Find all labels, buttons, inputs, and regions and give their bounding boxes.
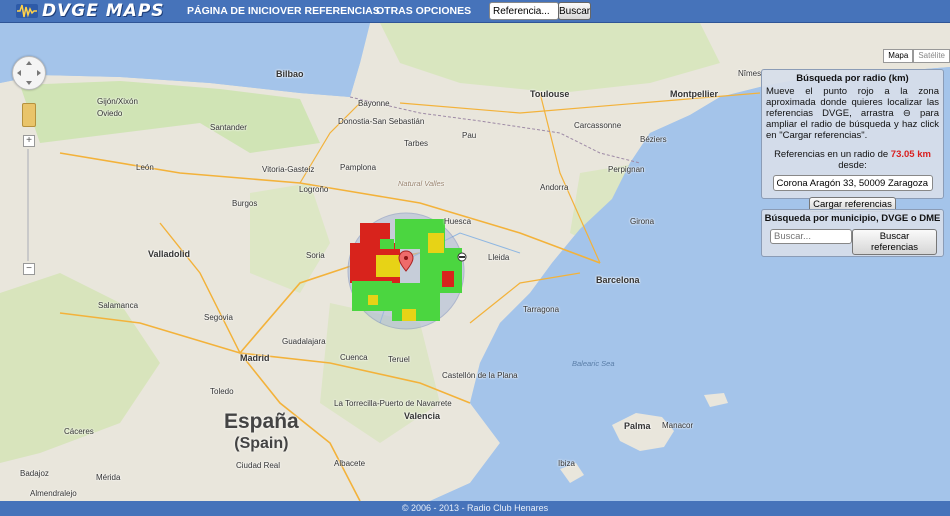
footer: © 2006 - 2013 - Radio Club Henares xyxy=(0,501,950,516)
map-label: Balearic Sea xyxy=(572,359,615,368)
map-label: Toledo xyxy=(210,387,234,396)
top-bar: DVGE MAPS PÁGINA DE INICIO VER REFERENCI… xyxy=(0,0,950,23)
nav-otras-opciones[interactable]: OTRAS OPCIONES xyxy=(376,0,471,22)
map-label: Carcassonne xyxy=(574,121,622,130)
nav-home-label[interactable]: PÁGINA DE INICIO xyxy=(187,5,280,17)
reference-search-button[interactable]: Buscar xyxy=(558,2,591,20)
map-label: Castellón de la Plana xyxy=(442,371,518,380)
map-label: Albacete xyxy=(334,459,366,468)
map-label: Natural Valles xyxy=(398,179,445,188)
map-label: Lleida xyxy=(488,253,510,262)
map-type-control: Mapa Satélite xyxy=(883,49,950,63)
map-label: Ciudad Real xyxy=(236,461,281,470)
radius-panel-title: Búsqueda por radio (km) xyxy=(796,73,909,84)
map-label: Nîmes xyxy=(738,69,762,78)
map-label: Girona xyxy=(630,217,655,226)
map-label: Andorra xyxy=(540,183,569,192)
map-label: Tarragona xyxy=(523,305,560,314)
map-label: Toulouse xyxy=(530,89,570,99)
map-view[interactable]: Mapa Satélite + − Bilbao Bayonne Donosti… xyxy=(0,23,950,501)
map-label: Bilbao xyxy=(276,69,304,79)
logo[interactable]: DVGE MAPS xyxy=(16,0,165,22)
map-label: Bayonne xyxy=(358,99,390,108)
radius-search-panel: Búsqueda por radio (km) Mueve el punto r… xyxy=(761,69,944,212)
map-label: Burgos xyxy=(232,199,258,208)
nav-home[interactable]: PÁGINA DE INICIO xyxy=(187,0,280,22)
map-label: Barcelona xyxy=(596,275,640,285)
map-label: Badajoz xyxy=(20,469,49,478)
map-label: Salamanca xyxy=(98,301,139,310)
nav-ver-referencias[interactable]: VER REFERENCIAS xyxy=(280,0,380,22)
municipality-search-panel: Búsqueda por municipio, DVGE o DME Busca… xyxy=(761,209,944,257)
pan-arrows-icon xyxy=(17,61,41,85)
map-label: La Torrecilla-Puerto de Navarrete xyxy=(334,399,452,408)
map-label: Manacor xyxy=(662,421,694,430)
country-label: España (Spain) xyxy=(224,411,299,455)
logo-text: DVGE MAPS xyxy=(42,1,165,21)
municipality-search-input[interactable] xyxy=(770,229,852,244)
zoom-out-button[interactable]: − xyxy=(23,263,35,275)
radius-line: Referencias en un radio de 73.05 km desd… xyxy=(762,149,943,171)
map-label: Teruel xyxy=(388,355,410,364)
map-label: Tarbes xyxy=(404,139,429,148)
map-label: Oviedo xyxy=(97,109,123,118)
map-label: Guadalajara xyxy=(282,337,326,346)
map-label: Béziers xyxy=(640,135,667,144)
radius-panel-description: Mueve el punto rojo a la zona aproximada… xyxy=(766,86,939,141)
radius-suffix: desde: xyxy=(838,160,867,171)
map-type-mapa[interactable]: Mapa xyxy=(883,49,914,63)
map-label: Valladolid xyxy=(148,249,191,259)
map-label: Pau xyxy=(462,131,477,140)
footer-text: © 2006 - 2013 - Radio Club Henares xyxy=(401,503,549,513)
map-label: Almendralejo xyxy=(30,489,77,498)
map-label: Soria xyxy=(306,251,325,260)
map-label: Pamplona xyxy=(340,163,377,172)
map-label: Perpignan xyxy=(608,165,645,174)
nav-ver-referencias-label[interactable]: VER REFERENCIAS xyxy=(280,5,380,17)
map-label: Montpellier xyxy=(670,89,719,99)
country-name-english: (Spain) xyxy=(234,435,289,452)
map-type-satelite[interactable]: Satélite xyxy=(913,49,950,63)
map-label: Huesca xyxy=(444,217,472,226)
map-label: Santander xyxy=(210,123,247,132)
map-label: Vitoria-Gasteiz xyxy=(262,165,315,174)
map-label: Logroño xyxy=(299,185,329,194)
map-label: Segovia xyxy=(204,313,233,322)
municipality-search-row: Buscar referencias xyxy=(770,229,937,255)
nav-otras-opciones-label[interactable]: OTRAS OPCIONES xyxy=(376,5,471,17)
map-label: Donostia-San Sebastián xyxy=(338,117,425,126)
country-name: España xyxy=(224,410,299,433)
zoom-slider[interactable] xyxy=(27,149,29,261)
map-label: León xyxy=(136,163,154,172)
map-label: Palma xyxy=(624,421,651,431)
signal-wave-icon xyxy=(16,4,38,18)
zoom-in-button[interactable]: + xyxy=(23,135,35,147)
map-label: Ibiza xyxy=(558,459,575,468)
search-references-button[interactable]: Buscar referencias xyxy=(852,229,937,255)
map-label: Gijón/Xixón xyxy=(97,97,138,106)
radius-value: 73.05 km xyxy=(890,149,931,160)
map-label: Madrid xyxy=(240,353,270,363)
radius-handle-icon xyxy=(457,252,467,262)
street-view-pegman-icon[interactable] xyxy=(22,103,36,127)
radius-prefix: Referencias en un radio de xyxy=(774,149,889,160)
map-label: Valencia xyxy=(404,411,441,421)
map-label: Mérida xyxy=(96,473,121,482)
pan-control[interactable] xyxy=(12,56,46,90)
reference-search-input[interactable] xyxy=(489,2,559,20)
map-label: Cuenca xyxy=(340,353,368,362)
municipality-panel-title: Búsqueda por municipio, DVGE o DME xyxy=(764,213,941,224)
map-label: Cáceres xyxy=(64,427,94,436)
address-input[interactable] xyxy=(772,175,933,191)
